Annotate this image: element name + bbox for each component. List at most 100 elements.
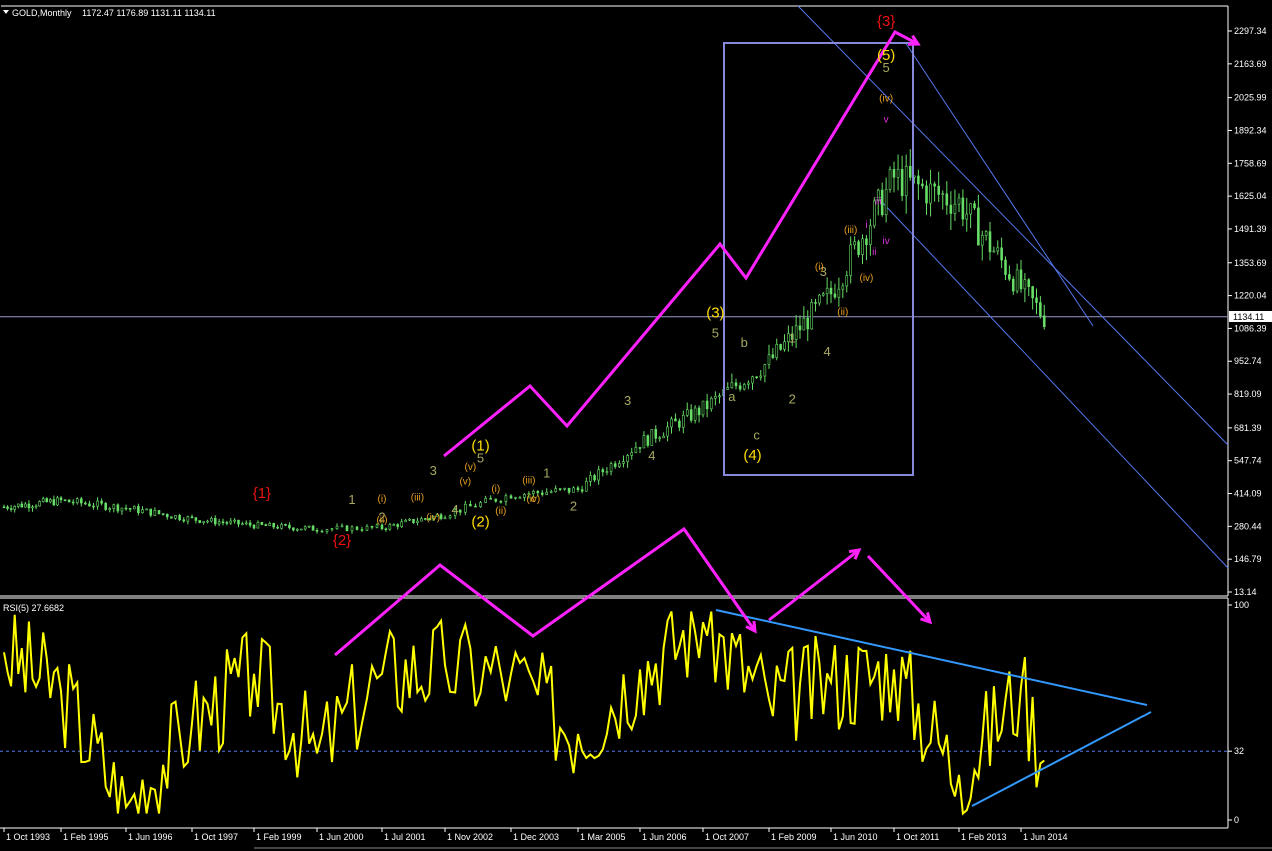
candle-body bbox=[420, 518, 423, 522]
candle-body bbox=[988, 231, 992, 253]
candle-body bbox=[1019, 269, 1023, 290]
candle-body bbox=[701, 400, 705, 416]
candle-body bbox=[558, 488, 562, 490]
wave-label: (2) bbox=[471, 513, 489, 530]
candle-body bbox=[71, 501, 75, 504]
x-tick-label: 1 Oct 1993 bbox=[6, 832, 50, 842]
candle-body bbox=[514, 497, 517, 499]
candle-body bbox=[718, 395, 721, 398]
candle-body bbox=[260, 522, 264, 525]
candle-body bbox=[1008, 274, 1011, 280]
candle-body bbox=[213, 517, 217, 525]
candle-body bbox=[921, 183, 924, 187]
candle-body bbox=[865, 238, 868, 245]
chart-header[interactable]: GOLD,Monthly 1172.47 1176.89 1131.11 113… bbox=[3, 8, 216, 18]
candle-body bbox=[904, 166, 908, 197]
x-tick-label: 1 Jul 2001 bbox=[384, 832, 426, 842]
wave-label: 5 bbox=[712, 325, 719, 340]
candle-body bbox=[56, 497, 59, 506]
wave-label: 3 bbox=[430, 463, 437, 478]
price-y-tick-label: 280.44 bbox=[1234, 521, 1262, 531]
candle-body bbox=[626, 455, 629, 462]
candle-body bbox=[182, 519, 186, 522]
candle-body bbox=[601, 469, 605, 473]
candle-body bbox=[992, 250, 996, 253]
candle-body bbox=[549, 491, 553, 493]
candle-body bbox=[937, 185, 940, 195]
symbol-label: GOLD,Monthly bbox=[12, 8, 72, 18]
wave-label: ii bbox=[872, 247, 876, 258]
candle-body bbox=[149, 508, 153, 516]
candle-body bbox=[642, 435, 646, 449]
price-y-tick-label: 2297.34 bbox=[1234, 26, 1267, 36]
candle-body bbox=[190, 516, 194, 519]
candle-body bbox=[116, 504, 120, 512]
candle-body bbox=[833, 293, 837, 298]
candle-body bbox=[325, 529, 329, 532]
price-y-tick-label: 13.14 bbox=[1234, 587, 1257, 597]
candle-body bbox=[153, 510, 157, 516]
candle-body bbox=[340, 525, 344, 528]
candle-body bbox=[165, 514, 169, 518]
wave-label: v bbox=[884, 114, 889, 125]
candle-body bbox=[630, 452, 634, 456]
candle-body bbox=[400, 521, 403, 527]
candle-body bbox=[734, 382, 738, 387]
current-price-tag[interactable]: 1134.11 bbox=[1229, 311, 1272, 322]
candle-body bbox=[597, 469, 600, 481]
candle-body bbox=[853, 241, 856, 246]
rsi-y-tick-label: 100 bbox=[1234, 600, 1249, 610]
candle-body bbox=[554, 488, 557, 492]
current-price-value: 1134.11 bbox=[1233, 312, 1264, 322]
candle-body bbox=[303, 526, 307, 530]
wave-label: iii bbox=[875, 197, 882, 208]
candle-body bbox=[120, 507, 124, 512]
candle-body bbox=[658, 437, 661, 440]
price-y-tick-label: 547.74 bbox=[1234, 456, 1262, 466]
candle-body bbox=[605, 471, 609, 473]
candle-body bbox=[237, 519, 240, 525]
candle-body bbox=[896, 169, 900, 178]
candle-body bbox=[52, 499, 56, 506]
candle-body bbox=[311, 525, 315, 531]
candle-body bbox=[280, 524, 283, 529]
candle-body bbox=[49, 499, 52, 503]
x-tick-label: 1 Feb 2009 bbox=[771, 832, 817, 842]
candle-body bbox=[810, 302, 813, 330]
price-y-tick-label: 1353.69 bbox=[1234, 258, 1267, 268]
candle-body bbox=[439, 514, 443, 519]
candle-body bbox=[798, 325, 802, 331]
wave-label: (iii) bbox=[411, 493, 424, 504]
wave-label: 1 bbox=[543, 465, 550, 480]
candle-body bbox=[509, 495, 513, 499]
candle-body bbox=[198, 520, 202, 523]
price-y-tick-label: 414.09 bbox=[1234, 489, 1262, 499]
price-y-tick-label: 1086.39 bbox=[1234, 323, 1267, 333]
candle-body bbox=[307, 525, 311, 528]
candle-body bbox=[572, 487, 575, 493]
candle-body bbox=[484, 498, 487, 503]
wave-label: (iv) bbox=[879, 94, 893, 105]
candle-body bbox=[613, 463, 617, 467]
candle-body bbox=[41, 498, 45, 502]
x-tick-label: 1 Jun 2014 bbox=[1023, 832, 1068, 842]
wave-label: (ii) bbox=[495, 506, 506, 517]
candle-body bbox=[925, 185, 928, 204]
candle-body bbox=[576, 487, 580, 490]
candle-body bbox=[689, 409, 693, 421]
candle-body bbox=[499, 500, 503, 503]
candle-body bbox=[1031, 286, 1034, 299]
candle-body bbox=[141, 509, 144, 514]
candle-body bbox=[124, 507, 128, 510]
candle-body bbox=[697, 407, 701, 416]
candle-body bbox=[685, 409, 689, 416]
candle-body bbox=[9, 508, 13, 510]
candle-body bbox=[248, 522, 252, 526]
candle-body bbox=[884, 188, 888, 216]
candle-body bbox=[646, 435, 650, 446]
candle-body bbox=[888, 169, 892, 190]
candle-body bbox=[609, 463, 613, 472]
wave-label: 4 bbox=[452, 502, 459, 517]
wave-label: c bbox=[531, 494, 536, 505]
candle-body bbox=[217, 521, 221, 525]
